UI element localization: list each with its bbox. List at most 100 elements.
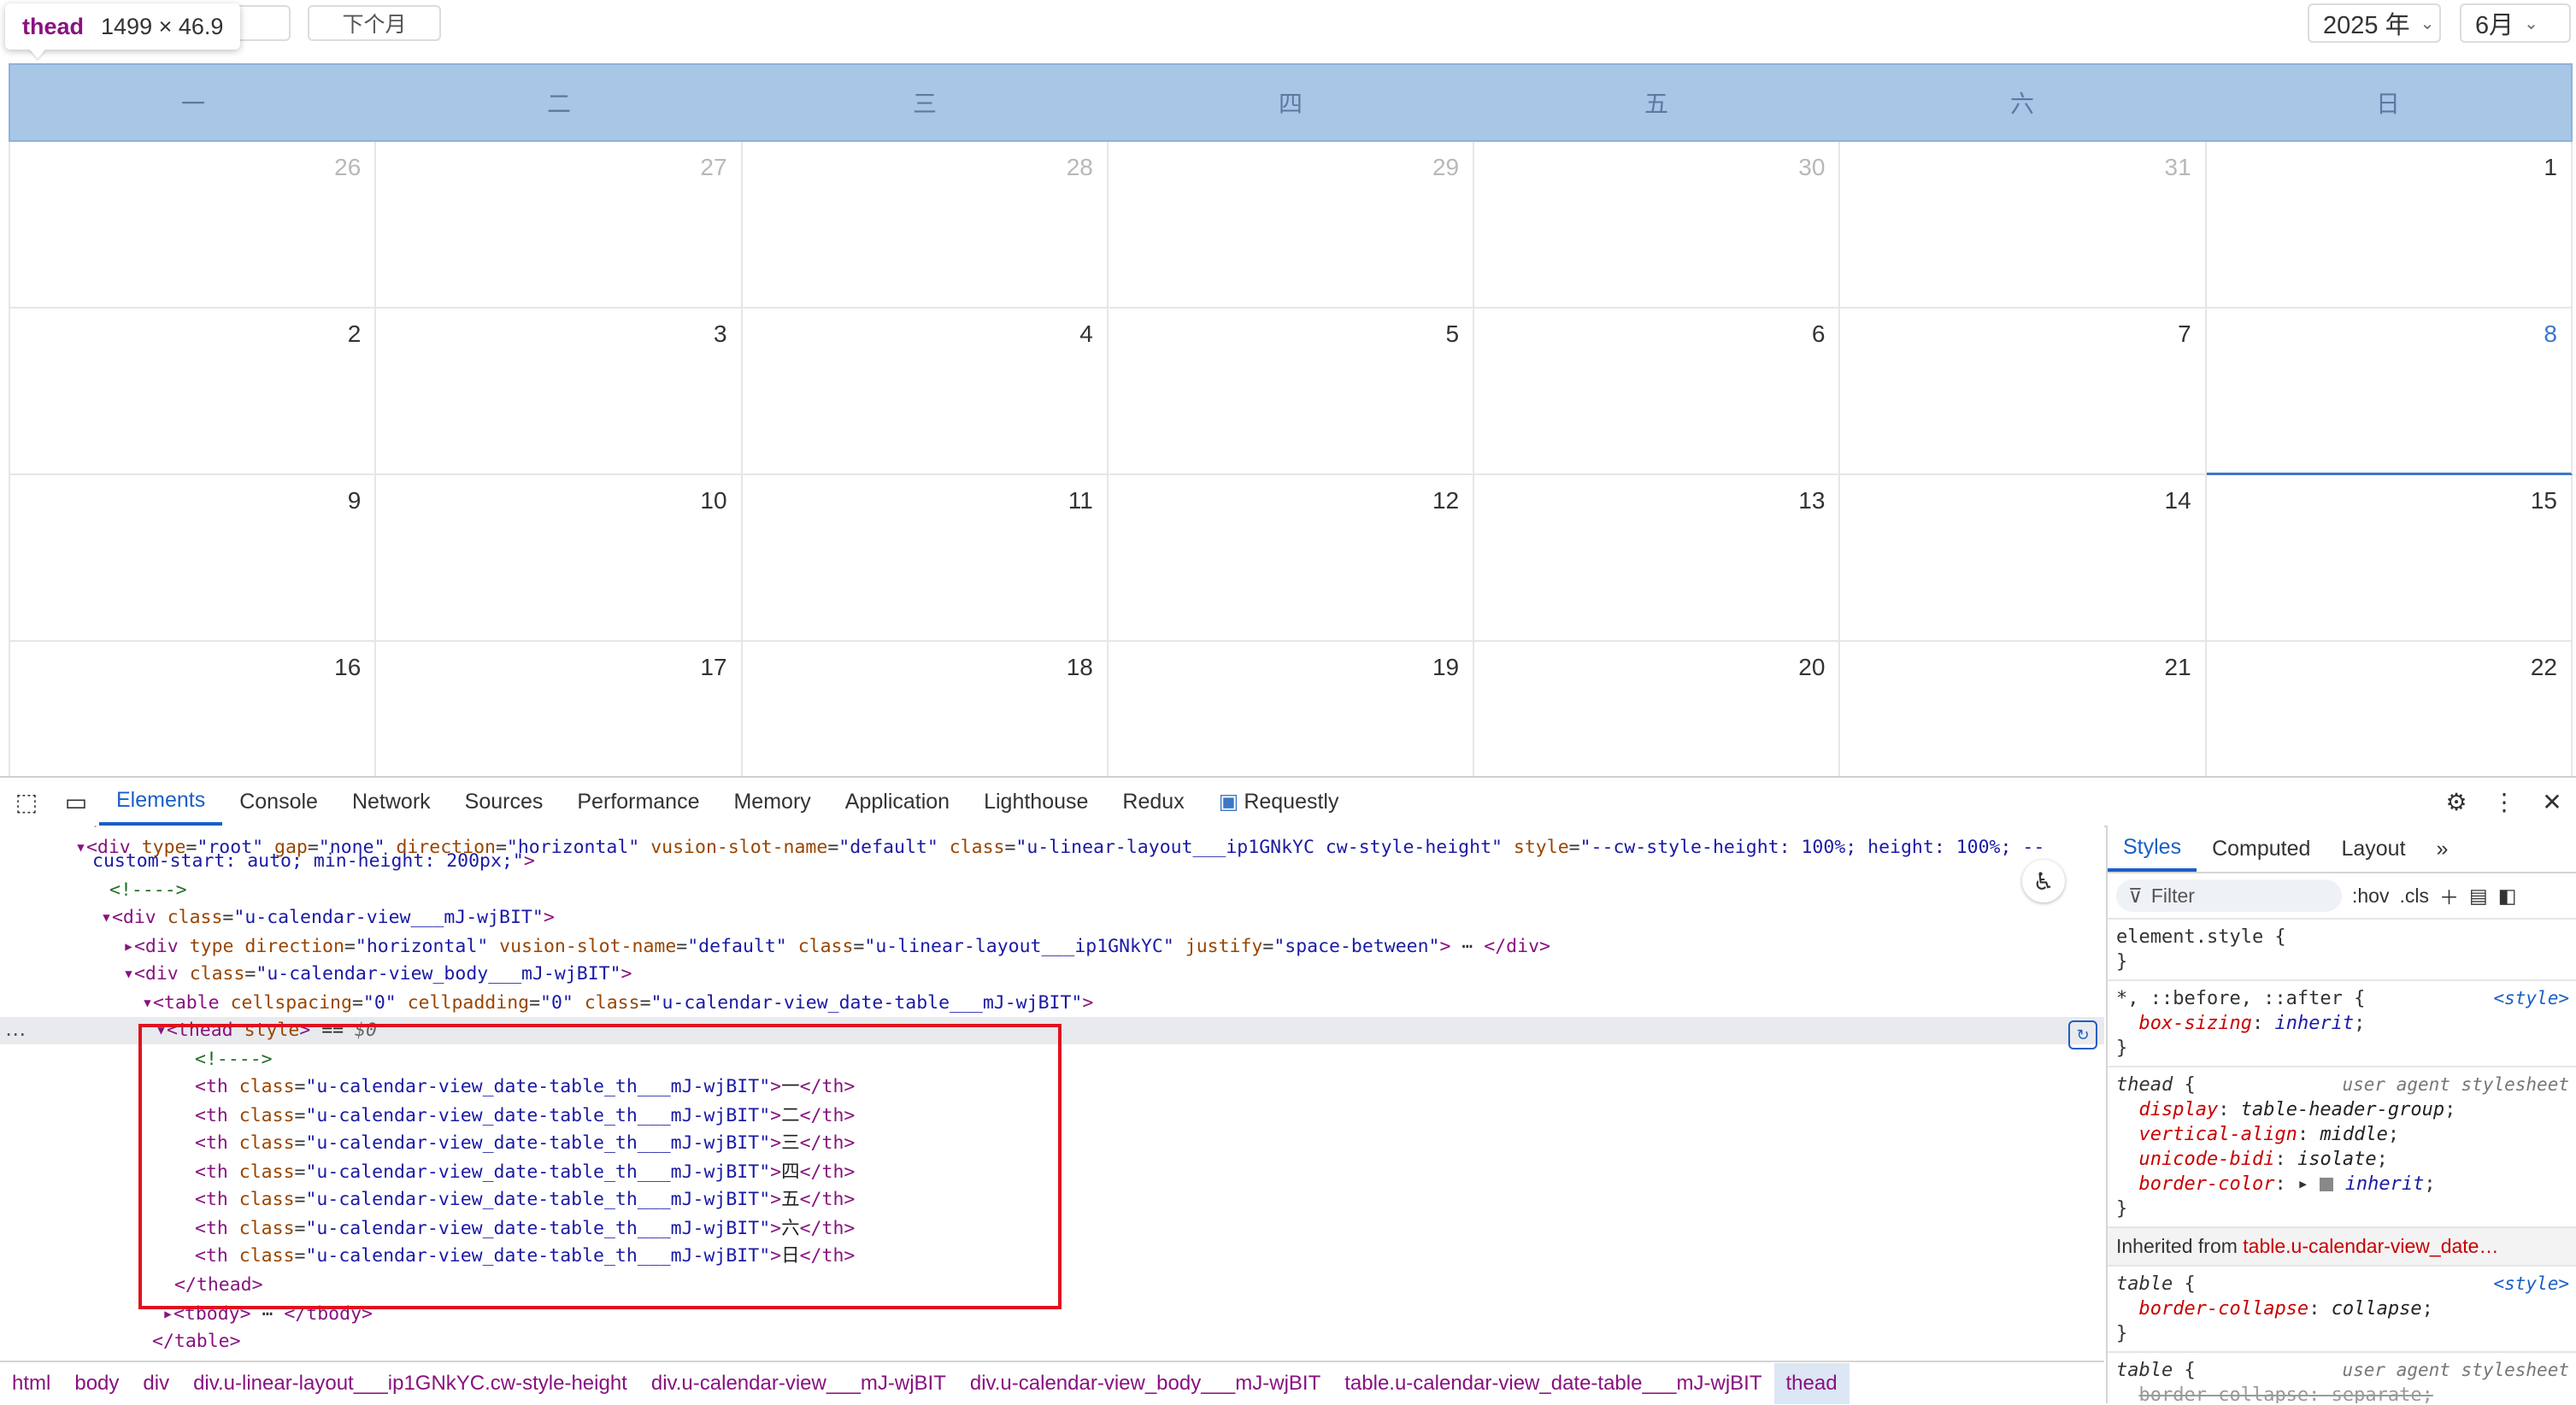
calendar-day-cell[interactable]: 8 (2206, 309, 2573, 475)
day-number: 14 (2164, 487, 2191, 514)
calendar-day-cell[interactable]: 7 (1840, 309, 2207, 475)
calendar-day-cell[interactable]: 28 (742, 142, 1109, 309)
calendar-day-cell[interactable]: 14 (1840, 475, 2207, 642)
month-select-value: 6月 (2475, 12, 2514, 39)
tooltip-dimensions: 1499 × 46.9 (101, 13, 224, 39)
dom-line[interactable]: </table> (152, 1328, 241, 1355)
styles-pane: Styles Computed Layout » ⊽ Filter :hov .c… (2106, 826, 2576, 1403)
tab-layout[interactable]: Layout (2326, 826, 2420, 872)
dom-line[interactable]: custom-start: auto; min-height: 200px;"> (92, 848, 535, 875)
tab-label: Console (239, 789, 318, 814)
month-select[interactable]: 6月 ⌄ (2460, 3, 2571, 43)
calendar-day-cell[interactable]: 2 (9, 309, 377, 475)
chevron-down-icon: ⌄ (2524, 14, 2538, 33)
calendar-day-cell[interactable]: 12 (1108, 475, 1475, 642)
breadcrumb-item[interactable]: thead (1773, 1363, 1850, 1404)
hov-toggle[interactable]: :hov (2352, 885, 2389, 908)
day-number: 20 (1798, 654, 1826, 680)
breadcrumb-item[interactable]: div.u-calendar-view___mJ-wjBIT (639, 1363, 958, 1404)
day-number: 3 (713, 320, 727, 347)
calendar-day-cell[interactable]: 9 (9, 475, 377, 642)
calendar-day-cell[interactable]: 4 (742, 309, 1109, 475)
next-month-button[interactable]: 下个月 (308, 5, 441, 41)
devtools-tabs: Elements Console Network Sources Performance… (99, 778, 1356, 826)
calendar-day-cell[interactable]: 11 (742, 475, 1109, 642)
breadcrumb-item[interactable]: div (131, 1363, 181, 1404)
cls-toggle[interactable]: .cls (2399, 885, 2429, 908)
breadcrumb-item[interactable]: table.u-calendar-view_date-table___mJ-wj… (1332, 1363, 1773, 1404)
dom-line[interactable]: ▸<div type direction="horizontal" vusion… (123, 933, 1550, 961)
tab-elements[interactable]: Elements (99, 778, 223, 826)
day-number: 11 (1067, 487, 1093, 514)
dom-line[interactable]: </ (82, 826, 104, 834)
dom-line[interactable]: ▾<div class="u-calendar-view___mJ-wjBIT"… (101, 904, 555, 932)
more-options-icon[interactable]: ⋮ (2480, 778, 2528, 826)
accessibility-icon[interactable]: ♿ (2022, 860, 2065, 902)
tab-sources[interactable]: Sources (448, 778, 561, 826)
tab-label: Requestly (1244, 789, 1339, 814)
day-number: 30 (1798, 154, 1826, 180)
tab-network[interactable]: Network (335, 778, 448, 826)
calendar-day-cell[interactable]: 27 (376, 142, 743, 309)
breadcrumb: html body div div.u-linear-layout___ip1GNkY… (0, 1361, 2104, 1405)
tab-styles[interactable]: Styles (2108, 826, 2197, 872)
device-toolbar-icon[interactable]: ▭ (53, 778, 99, 826)
calendar-day-cell[interactable]: 31 (1840, 142, 2207, 309)
inspect-element-icon[interactable]: ⬚ (0, 778, 53, 826)
dom-line[interactable]: ▾<table cellspacing="0" cellpadding="0" … (142, 990, 1093, 1017)
breadcrumb-item[interactable]: div.u-linear-layout___ip1GNkYC.cw-style-… (181, 1363, 639, 1404)
tab-requestly[interactable]: ▣ Requestly (1202, 778, 1356, 826)
tab-label: Memory (733, 789, 811, 814)
breadcrumb-item[interactable]: body (62, 1363, 131, 1404)
new-rule-icon[interactable]: ＋ (2439, 881, 2459, 910)
calendar-week-row: 26 27 28 29 30 31 1 (9, 142, 2573, 309)
ai-assist-icon[interactable]: ↻ (2068, 1020, 2097, 1049)
calendar-day-cell[interactable]: 26 (9, 142, 377, 309)
tab-console[interactable]: Console (222, 778, 335, 826)
rule-table-ua: table {user agent stylesheet border-coll… (2108, 1353, 2576, 1403)
paint-icon[interactable]: ▤ (2469, 885, 2488, 908)
day-number: 12 (1432, 487, 1460, 514)
node-actions-ellipsis-icon[interactable]: ⋯ (5, 1022, 26, 1047)
tab-label: Sources (464, 789, 544, 814)
calendar-day-cell[interactable]: 13 (1474, 475, 1841, 642)
day-number: 22 (2530, 654, 2557, 680)
day-number: 9 (347, 487, 362, 514)
tab-computed[interactable]: Computed (2197, 826, 2326, 872)
filter-placeholder: Filter (2150, 884, 2195, 907)
tab-label: Network (351, 789, 431, 814)
dom-line[interactable]: ▾<div class="u-calendar-view_body___mJ-w… (123, 961, 632, 988)
calendar-day-cell[interactable]: 29 (1108, 142, 1475, 309)
inherited-from-link[interactable]: table.u-calendar-view_date… (2243, 1235, 2498, 1257)
tab-performance[interactable]: Performance (560, 778, 716, 826)
sidebar-toggle-icon[interactable]: ◧ (2498, 885, 2517, 908)
styles-filter-input[interactable]: ⊽ Filter (2116, 879, 2342, 912)
rule-table-style: table {<style> border-collapse: collapse… (2108, 1267, 2576, 1353)
year-select[interactable]: 2025 年 ⌄ (2308, 3, 2441, 43)
tab-application[interactable]: Application (828, 778, 967, 826)
calendar-day-cell[interactable]: 6 (1474, 309, 1841, 475)
dom-line[interactable]: <!----> (109, 877, 187, 904)
close-devtools-icon[interactable]: ✕ (2528, 778, 2576, 826)
tab-label: Application (844, 789, 950, 814)
calendar-day-cell[interactable]: 30 (1474, 142, 1841, 309)
day-number: 27 (700, 154, 727, 180)
settings-gear-icon[interactable]: ⚙ (2432, 778, 2480, 826)
calendar-day-cell[interactable]: 1 (2206, 142, 2573, 309)
tab-memory[interactable]: Memory (716, 778, 827, 826)
chevron-down-icon: ⌄ (2420, 14, 2435, 33)
calendar-day-cell[interactable]: 3 (376, 309, 743, 475)
tab-lighthouse[interactable]: Lighthouse (967, 778, 1105, 826)
calendar-day-cell[interactable]: 10 (376, 475, 743, 642)
calendar-week-row: 2 3 4 5 6 7 8 (9, 309, 2573, 475)
more-tabs-icon[interactable]: » (2421, 826, 2464, 872)
day-number: 26 (334, 154, 362, 180)
calendar-day-cell[interactable]: 15 (2206, 475, 2573, 642)
highlight-annotation-box (138, 1024, 1062, 1309)
breadcrumb-item[interactable]: html (0, 1363, 62, 1404)
tab-redux[interactable]: Redux (1105, 778, 1201, 826)
breadcrumb-item[interactable]: div.u-calendar-view_body___mJ-wjBIT (958, 1363, 1332, 1404)
calendar-day-cell[interactable]: 5 (1108, 309, 1475, 475)
day-number: 28 (1066, 154, 1093, 180)
calendar-toolbar: 下个月 2025 年 ⌄ 6月 ⌄ (0, 0, 2576, 63)
